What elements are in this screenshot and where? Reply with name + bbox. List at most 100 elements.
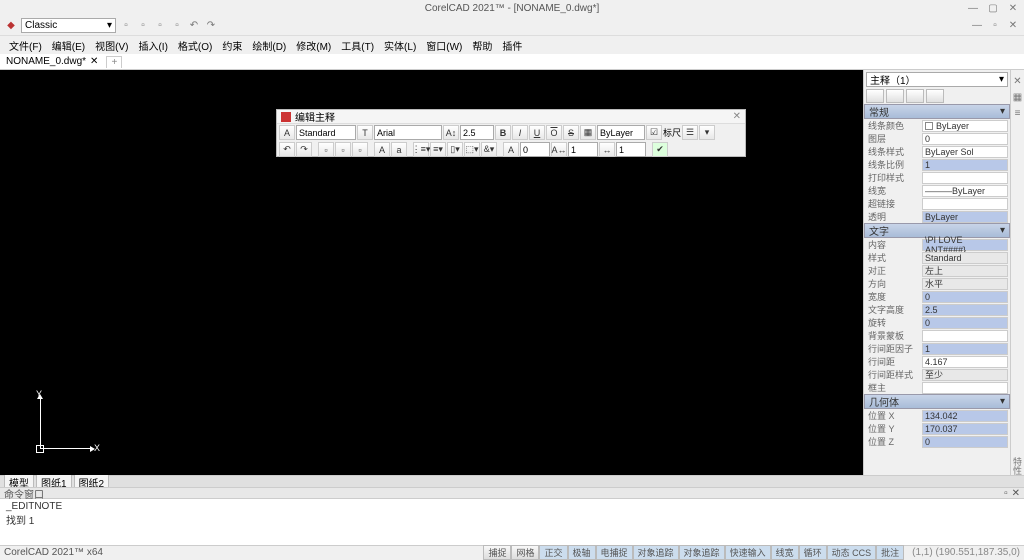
- menu-modify[interactable]: 修改(M): [291, 36, 336, 55]
- strike-button[interactable]: S: [563, 125, 579, 140]
- status-toggle[interactable]: 网格: [511, 545, 539, 560]
- new-tab-button[interactable]: +: [106, 56, 122, 68]
- ruler-checkbox[interactable]: ☑: [646, 125, 662, 140]
- workspace-dropdown[interactable]: Classic ▾: [21, 18, 116, 33]
- close-icon[interactable]: ✕: [1006, 1, 1020, 15]
- status-toggle[interactable]: 捕捉: [483, 545, 511, 560]
- cmd-close-icon[interactable]: ✕: [1012, 488, 1020, 499]
- symbol-btn[interactable]: &▾: [481, 142, 497, 157]
- color-input[interactable]: [597, 125, 645, 140]
- status-toggle[interactable]: 线宽: [771, 545, 799, 560]
- prop-value[interactable]: 左上: [922, 265, 1008, 277]
- height-input[interactable]: [460, 125, 494, 140]
- align-btn-1[interactable]: ▫: [318, 142, 334, 157]
- color-icon[interactable]: ▦: [580, 125, 596, 140]
- prop-value[interactable]: 0: [922, 436, 1008, 448]
- status-toggle[interactable]: 循环: [799, 545, 827, 560]
- prop-value[interactable]: [922, 198, 1008, 210]
- doc-tab-close-icon[interactable]: ✕: [90, 56, 98, 67]
- status-toggle[interactable]: 对象追踪: [679, 545, 725, 560]
- prop-tool-3[interactable]: [906, 89, 924, 103]
- menu-tools[interactable]: 工具(T): [336, 36, 379, 55]
- prop-value[interactable]: 0: [922, 133, 1008, 145]
- text-style-input[interactable]: [296, 125, 356, 140]
- field-btn[interactable]: ⬚▾: [464, 142, 480, 157]
- prop-value[interactable]: [922, 330, 1008, 342]
- case-lower-btn[interactable]: a: [391, 142, 407, 157]
- menu-help[interactable]: 帮助: [467, 36, 497, 55]
- menu-format[interactable]: 格式(O): [173, 36, 217, 55]
- prop-value[interactable]: 水平: [922, 278, 1008, 290]
- column-btn[interactable]: ▯▾: [447, 142, 463, 157]
- menu-plugins[interactable]: 插件: [497, 36, 527, 55]
- menu-solids[interactable]: 实体(L): [379, 36, 421, 55]
- list-btn[interactable]: ⋮≡▾: [413, 142, 429, 157]
- minimize-icon[interactable]: —: [966, 1, 980, 15]
- prop-tool-4[interactable]: [926, 89, 944, 103]
- maximize-icon[interactable]: ▢: [986, 1, 1000, 15]
- selection-type-dropdown[interactable]: 主释（1） ▾: [866, 72, 1008, 87]
- menu-file[interactable]: 文件(F): [4, 36, 47, 55]
- prop-value[interactable]: \PI LOVE ANT####}: [922, 239, 1008, 251]
- case-upper-btn[interactable]: A: [374, 142, 390, 157]
- width-btn[interactable]: ↔: [599, 142, 615, 157]
- section-general[interactable]: 常规▾: [864, 104, 1010, 119]
- prop-value[interactable]: 4.167: [922, 356, 1008, 368]
- align-btn-3[interactable]: ▫: [352, 142, 368, 157]
- prop-value[interactable]: ———ByLayer: [922, 185, 1008, 197]
- palette-label[interactable]: 特性: [1011, 457, 1024, 475]
- doc-tab[interactable]: NONAME_0.dwg* ✕: [0, 55, 104, 68]
- prop-value[interactable]: 2.5: [922, 304, 1008, 316]
- prop-value[interactable]: ByLayer: [922, 211, 1008, 223]
- font-input[interactable]: [374, 125, 442, 140]
- status-toggle[interactable]: 极轴: [568, 545, 596, 560]
- prop-value[interactable]: Standard: [922, 252, 1008, 264]
- undo-icon[interactable]: ↶: [187, 19, 201, 33]
- align-btn-2[interactable]: ▫: [335, 142, 351, 157]
- command-output[interactable]: _EDITNOTE 找到 1: [0, 499, 1024, 545]
- options-icon[interactable]: ☰: [682, 125, 698, 140]
- prop-value[interactable]: [922, 172, 1008, 184]
- prop-value[interactable]: ByLayer Sol: [922, 146, 1008, 158]
- status-toggle[interactable]: 快速输入: [725, 545, 771, 560]
- prop-value[interactable]: 1: [922, 343, 1008, 355]
- section-geom[interactable]: 几何体▾: [864, 394, 1010, 409]
- editor-close-icon[interactable]: ✕: [733, 111, 741, 122]
- prop-tool-2[interactable]: [886, 89, 904, 103]
- menu-window[interactable]: 窗口(W): [421, 36, 467, 55]
- overline-button[interactable]: O: [546, 125, 562, 140]
- status-toggle[interactable]: 批注: [876, 545, 904, 560]
- prop-value[interactable]: 0: [922, 291, 1008, 303]
- prop-value[interactable]: 1: [922, 159, 1008, 171]
- prop-value[interactable]: 0: [922, 317, 1008, 329]
- undo-btn[interactable]: ↶: [279, 142, 295, 157]
- print-icon[interactable]: ▫: [170, 19, 184, 33]
- menu-view[interactable]: 视图(V): [90, 36, 133, 55]
- prop-value[interactable]: [922, 382, 1008, 394]
- redo-btn[interactable]: ↷: [296, 142, 312, 157]
- doc-restore-icon[interactable]: ▫: [988, 19, 1002, 33]
- open-icon[interactable]: ▫: [136, 19, 150, 33]
- italic-button[interactable]: I: [512, 125, 528, 140]
- oblique-btn[interactable]: A: [503, 142, 519, 157]
- menu-edit[interactable]: 编辑(E): [47, 36, 90, 55]
- prop-value[interactable]: 至少: [922, 369, 1008, 381]
- save-icon[interactable]: ▫: [153, 19, 167, 33]
- spacing-btn[interactable]: ≡▾: [430, 142, 446, 157]
- prop-tool-1[interactable]: [866, 89, 884, 103]
- cmd-pin-icon[interactable]: ▫: [1004, 488, 1008, 499]
- menu-insert[interactable]: 插入(I): [133, 36, 172, 55]
- tracking-input[interactable]: [568, 142, 598, 157]
- underline-button[interactable]: U: [529, 125, 545, 140]
- new-icon[interactable]: ▫: [119, 19, 133, 33]
- redo-icon[interactable]: ↷: [204, 19, 218, 33]
- prop-value[interactable]: 134.042: [922, 410, 1008, 422]
- prop-value[interactable]: 170.037: [922, 423, 1008, 435]
- ok-button[interactable]: ✔: [652, 142, 668, 157]
- menu-constraint[interactable]: 约束: [217, 36, 247, 55]
- palette-icon-1[interactable]: ▦: [1011, 90, 1024, 104]
- palette-icon-2[interactable]: ≡: [1011, 106, 1024, 120]
- status-toggle[interactable]: 电捕捉: [596, 545, 633, 560]
- bold-button[interactable]: B: [495, 125, 511, 140]
- doc-close-icon[interactable]: ✕: [1006, 19, 1020, 33]
